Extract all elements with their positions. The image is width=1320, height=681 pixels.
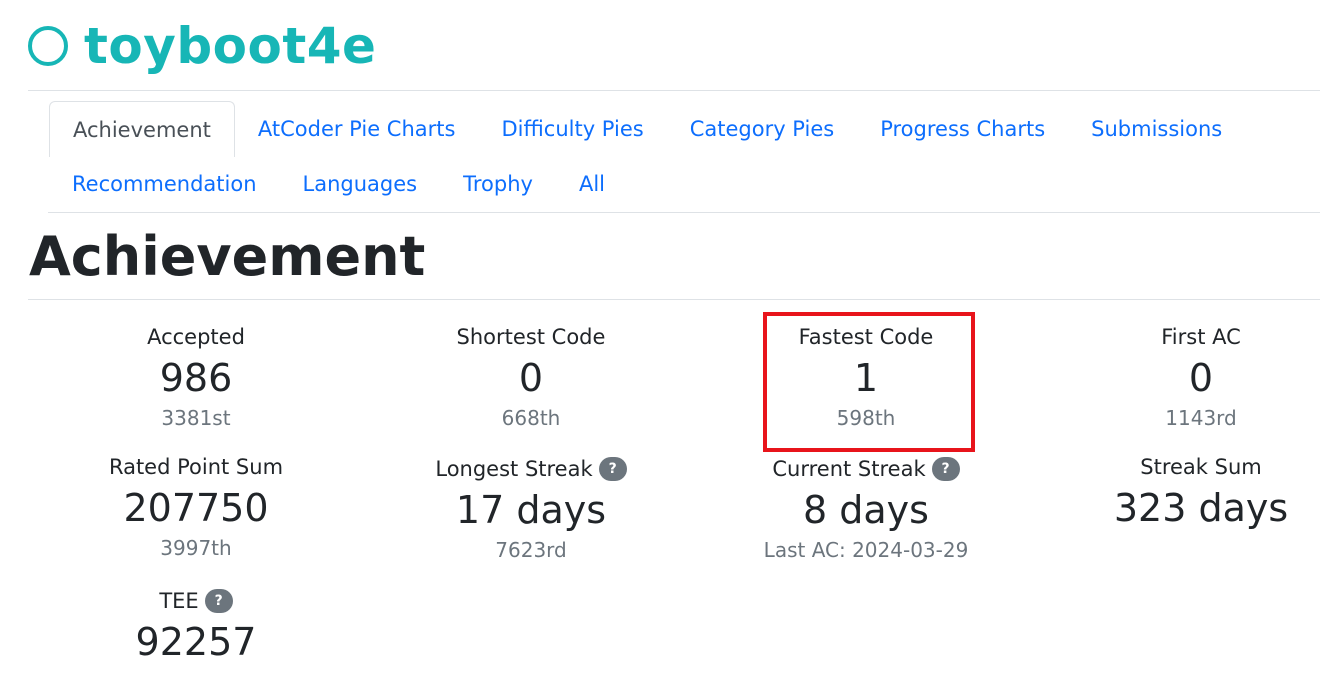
help-icon[interactable]: ?	[598, 457, 627, 481]
stat-value: 986	[159, 356, 233, 400]
stat-streak-sum: Streak Sum 323 days	[1041, 452, 1320, 534]
stat-rank: 3381st	[161, 406, 231, 430]
tab-atcoder-pie-charts[interactable]: AtCoder Pie Charts	[235, 101, 479, 157]
tab-languages[interactable]: Languages	[280, 157, 441, 211]
stat-rated-point-sum: Rated Point Sum 207750 3997th	[36, 452, 356, 562]
stat-value: 0	[1188, 356, 1214, 400]
tab-all[interactable]: All	[556, 157, 628, 211]
tab-trophy[interactable]: Trophy	[440, 157, 556, 211]
stat-label: Longest Streak ?	[371, 454, 691, 484]
page-title: Achievement	[29, 225, 426, 288]
tab-progress-charts[interactable]: Progress Charts	[857, 101, 1068, 157]
stat-label: Current Streak ?	[706, 454, 1026, 484]
stat-label: Accepted	[147, 325, 245, 349]
tab-difficulty-pies[interactable]: Difficulty Pies	[478, 101, 666, 157]
stat-label: TEE ?	[36, 586, 356, 616]
stat-value: 323 days	[1113, 486, 1289, 530]
highlight-box	[763, 312, 975, 452]
stat-tee: TEE ? 92257	[36, 586, 356, 668]
tab-recommendation[interactable]: Recommendation	[49, 157, 280, 211]
stat-rank: 3997th	[160, 536, 232, 560]
tab-category-pies[interactable]: Category Pies	[667, 101, 858, 157]
stat-shortest-code: Shortest Code 0 668th	[371, 322, 691, 432]
stat-label: Streak Sum	[1140, 455, 1262, 479]
stat-label-text: Current Streak	[772, 457, 926, 481]
stat-rank: 668th	[501, 406, 561, 430]
tab-submissions[interactable]: Submissions	[1068, 101, 1245, 157]
stat-label-text: TEE	[159, 589, 199, 613]
stat-rank: 7623rd	[495, 538, 567, 562]
stat-label: Shortest Code	[456, 325, 606, 349]
tab-achievement[interactable]: Achievement	[49, 101, 235, 157]
stat-label-text: Longest Streak	[435, 457, 593, 481]
stat-accepted: Accepted 986 3381st	[36, 322, 356, 432]
stat-label: First AC	[1161, 325, 1241, 349]
stat-longest-streak: Longest Streak ? 17 days 7623rd	[371, 454, 691, 564]
help-icon[interactable]: ?	[204, 589, 233, 613]
stat-value: 207750	[123, 486, 269, 530]
stat-value: 8 days	[803, 488, 929, 532]
last-ac-date: Last AC: 2024-03-29	[763, 538, 969, 562]
help-icon[interactable]: ?	[931, 457, 960, 481]
stat-first-ac: First AC 0 1143rd	[1041, 322, 1320, 432]
divider	[28, 299, 1320, 300]
stat-current-streak: Current Streak ? 8 days Last AC: 2024-03…	[706, 454, 1026, 564]
stat-label: Rated Point Sum	[108, 455, 284, 479]
user-circle-icon	[28, 26, 68, 66]
user-header: toyboot4e	[28, 14, 376, 78]
divider	[48, 212, 1320, 213]
nav-tabs: Achievement AtCoder Pie Charts Difficult…	[49, 101, 1320, 211]
username-title: toyboot4e	[84, 17, 377, 75]
stat-value: 0	[518, 356, 544, 400]
stat-value: 17 days	[455, 488, 607, 532]
stat-value: 92257	[135, 620, 257, 664]
divider	[28, 90, 1320, 91]
stat-rank: 1143rd	[1165, 406, 1237, 430]
